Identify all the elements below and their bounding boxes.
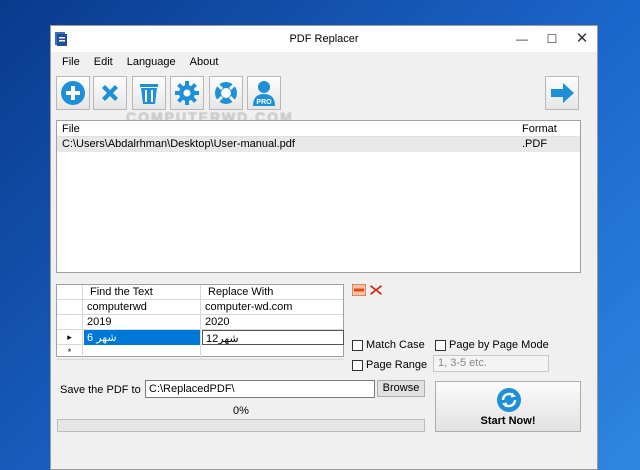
file-list[interactable]: File Format C:\Users\Abdalrhman\Desktop\…: [56, 120, 581, 273]
title-bar: PDF Replacer — ☐ ✕: [51, 26, 597, 52]
add-icon: [61, 81, 85, 105]
clear-list-button[interactable]: [132, 76, 166, 110]
browse-button[interactable]: Browse: [377, 380, 425, 397]
help-button[interactable]: [209, 76, 243, 110]
arrow-right-icon: [551, 83, 574, 103]
remove-file-button[interactable]: [93, 76, 127, 110]
replace-cell[interactable]: 2020: [202, 315, 344, 330]
file-row[interactable]: C:\Users\Abdalrhman\Desktop\User-manual.…: [57, 137, 580, 152]
close-button[interactable]: ✕: [567, 26, 597, 52]
pro-badge: PRO: [256, 99, 272, 106]
replace-table-header: Find the Text Replace With: [57, 285, 343, 300]
start-now-button[interactable]: Start Now!: [435, 381, 581, 432]
page-range-input[interactable]: 1, 3-5 etc.: [433, 355, 549, 372]
remove-row-button[interactable]: [352, 284, 366, 296]
app-window: PDF Replacer — ☐ ✕ File Edit Language Ab…: [50, 25, 598, 470]
find-cell[interactable]: 2019: [84, 315, 201, 330]
file-list-header: File Format: [57, 121, 580, 137]
remove-icon: [102, 85, 118, 101]
progress-percent: 0%: [233, 405, 249, 417]
menu-about[interactable]: About: [183, 52, 226, 74]
replace-cell[interactable]: [202, 345, 344, 360]
delete-icon: [370, 285, 382, 295]
find-cell[interactable]: computerwd: [84, 300, 201, 315]
next-button[interactable]: [545, 76, 579, 110]
replace-table[interactable]: Find the Text Replace With computerwd co…: [56, 284, 344, 360]
file-format: .PDF: [522, 138, 548, 150]
save-location-label: Save the PDF to: [60, 384, 141, 396]
minimize-button[interactable]: —: [507, 26, 537, 52]
add-file-button[interactable]: [56, 76, 90, 110]
menu-language[interactable]: Language: [120, 52, 183, 74]
header-corner: [57, 285, 83, 300]
replace-cell-editing[interactable]: 12شهر: [202, 330, 344, 345]
column-find-text[interactable]: Find the Text: [84, 285, 201, 300]
column-format[interactable]: Format: [522, 123, 557, 135]
menu-edit[interactable]: Edit: [87, 52, 120, 74]
menu-file[interactable]: File: [55, 52, 87, 74]
find-cell[interactable]: [84, 345, 201, 360]
table-row[interactable]: 2019 2020: [57, 315, 343, 330]
menu-bar: File Edit Language About: [51, 52, 597, 74]
find-cell-selected[interactable]: 6 شهر: [84, 330, 201, 345]
page-range-checkbox[interactable]: [352, 360, 363, 371]
gear-icon: [175, 81, 199, 105]
delete-all-rows-button[interactable]: [369, 284, 383, 296]
table-row-current[interactable]: ▸ 6 شهر 12شهر: [57, 330, 344, 345]
row-indicator[interactable]: [57, 300, 83, 315]
trash-icon: [140, 84, 158, 104]
minus-icon: [354, 288, 364, 292]
page-by-page-label: Page by Page Mode: [449, 339, 549, 351]
progress-bar: [57, 419, 425, 432]
row-indicator[interactable]: *: [57, 345, 83, 360]
pro-upgrade-button[interactable]: PRO: [247, 76, 281, 110]
match-case-label: Match Case: [366, 339, 425, 351]
maximize-button[interactable]: ☐: [537, 26, 567, 52]
replace-cell[interactable]: computer-wd.com: [202, 300, 344, 315]
page-by-page-checkbox[interactable]: [435, 340, 446, 351]
column-replace-with[interactable]: Replace With: [202, 285, 344, 300]
settings-button[interactable]: [170, 76, 204, 110]
table-row-new[interactable]: *: [57, 345, 343, 360]
refresh-icon: [497, 388, 521, 412]
help-lifebuoy-icon: [215, 82, 237, 104]
row-indicator[interactable]: [57, 315, 83, 330]
row-indicator[interactable]: ▸: [57, 330, 83, 345]
start-now-label: Start Now!: [480, 415, 536, 427]
page-range-label: Page Range: [366, 359, 428, 371]
file-path: C:\Users\Abdalrhman\Desktop\User-manual.…: [62, 138, 295, 150]
match-case-checkbox[interactable]: [352, 340, 363, 351]
pro-user-icon: PRO: [253, 81, 275, 106]
column-file[interactable]: File: [62, 123, 80, 135]
table-row[interactable]: computerwd computer-wd.com: [57, 300, 343, 315]
save-path-input[interactable]: C:\ReplacedPDF\: [145, 380, 375, 398]
